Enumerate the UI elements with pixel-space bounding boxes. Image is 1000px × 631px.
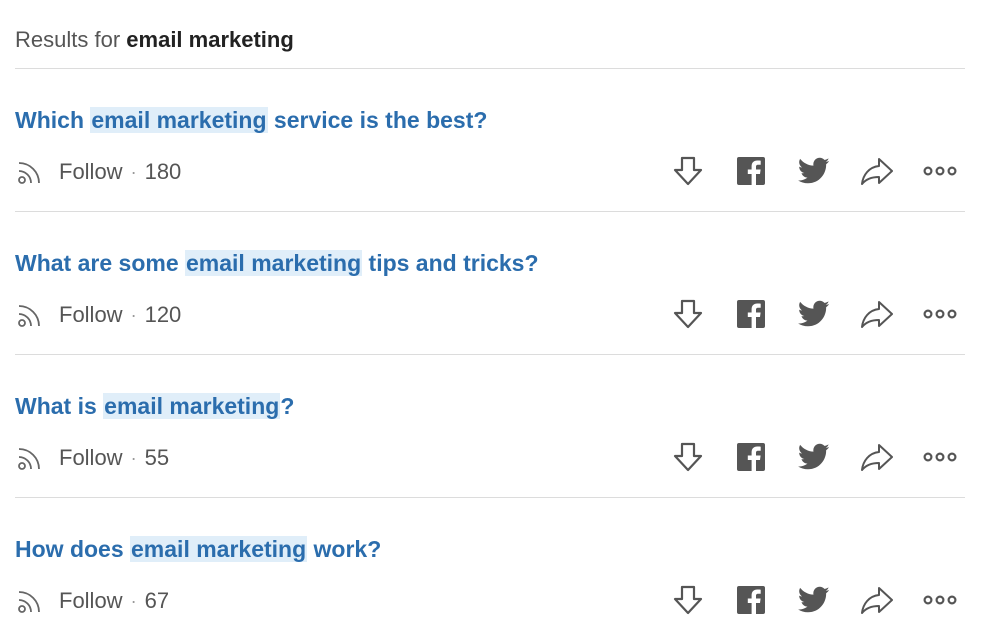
rss-feed-icon	[18, 591, 40, 613]
more-options-button[interactable]	[922, 296, 958, 332]
more-options-icon	[923, 452, 957, 462]
question-text: work?	[307, 536, 382, 562]
facebook-icon	[737, 443, 765, 471]
separator: ·	[130, 447, 137, 468]
share-button[interactable]	[859, 296, 895, 332]
question-text: ?	[280, 393, 295, 419]
twitter-share-button[interactable]	[796, 153, 832, 189]
follow-label: Follow	[59, 445, 123, 470]
follow-button[interactable]: Follow	[15, 586, 123, 616]
share-arrow-icon	[861, 444, 893, 471]
more-options-button[interactable]	[922, 153, 958, 189]
question-text: service is the best?	[267, 107, 488, 133]
facebook-share-button[interactable]	[733, 153, 769, 189]
downvote-arrow-icon	[673, 156, 703, 186]
facebook-share-button[interactable]	[733, 582, 769, 618]
twitter-icon	[798, 300, 830, 327]
results-header-query: email marketing	[126, 27, 294, 52]
results-header: Results for email marketing	[15, 27, 294, 53]
rss-feed-icon	[18, 305, 40, 327]
divider	[15, 354, 965, 355]
separator: ·	[130, 304, 137, 325]
rss-feed-icon	[18, 448, 40, 470]
share-arrow-icon	[861, 301, 893, 328]
share-button[interactable]	[859, 439, 895, 475]
separator: ·	[130, 590, 137, 611]
follower-count: 67	[144, 588, 170, 613]
follower-count: 120	[144, 302, 182, 327]
question-link[interactable]: How does email marketing work?	[15, 536, 381, 563]
question-actions	[670, 582, 958, 618]
more-options-button[interactable]	[922, 439, 958, 475]
follow-button[interactable]: Follow	[15, 300, 123, 330]
downvote-button[interactable]	[670, 582, 706, 618]
question-text: What is	[15, 393, 104, 419]
share-button[interactable]	[859, 153, 895, 189]
more-options-icon	[923, 309, 957, 319]
facebook-icon	[737, 586, 765, 614]
follow-button[interactable]: Follow	[15, 157, 123, 187]
follow-label: Follow	[59, 588, 123, 613]
twitter-share-button[interactable]	[796, 582, 832, 618]
twitter-icon	[798, 157, 830, 184]
query-highlight: email marketing	[103, 393, 281, 419]
share-arrow-icon	[861, 587, 893, 614]
share-button[interactable]	[859, 582, 895, 618]
follower-count: 180	[144, 159, 182, 184]
follow-button[interactable]: Follow	[15, 443, 123, 473]
question-actions	[670, 439, 958, 475]
downvote-arrow-icon	[673, 442, 703, 472]
query-highlight: email marketing	[185, 250, 363, 276]
results-header-prefix: Results for	[15, 27, 121, 52]
question-link[interactable]: What is email marketing?	[15, 393, 294, 420]
twitter-icon	[798, 586, 830, 613]
question-text: tips and tricks?	[362, 250, 539, 276]
question-meta: Follow · 67	[15, 585, 169, 617]
divider	[15, 68, 965, 69]
twitter-icon	[798, 443, 830, 470]
question-actions	[670, 296, 958, 332]
follow-label: Follow	[59, 302, 123, 327]
question-link[interactable]: What are some email marketing tips and t…	[15, 250, 539, 277]
question-text: Which	[15, 107, 91, 133]
follower-count: 55	[144, 445, 170, 470]
follow-label: Follow	[59, 159, 123, 184]
downvote-button[interactable]	[670, 439, 706, 475]
downvote-button[interactable]	[670, 153, 706, 189]
twitter-share-button[interactable]	[796, 439, 832, 475]
question-text: What are some	[15, 250, 185, 276]
rss-feed-icon	[18, 162, 40, 184]
downvote-arrow-icon	[673, 299, 703, 329]
more-options-button[interactable]	[922, 582, 958, 618]
twitter-share-button[interactable]	[796, 296, 832, 332]
facebook-icon	[737, 300, 765, 328]
question-link[interactable]: Which email marketing service is the bes…	[15, 107, 487, 134]
downvote-button[interactable]	[670, 296, 706, 332]
share-arrow-icon	[861, 158, 893, 185]
question-actions	[670, 153, 958, 189]
divider	[15, 211, 965, 212]
divider	[15, 497, 965, 498]
query-highlight: email marketing	[130, 536, 308, 562]
question-meta: Follow · 55	[15, 442, 169, 474]
facebook-share-button[interactable]	[733, 439, 769, 475]
more-options-icon	[923, 166, 957, 176]
facebook-share-button[interactable]	[733, 296, 769, 332]
separator: ·	[130, 161, 137, 182]
query-highlight: email marketing	[90, 107, 268, 133]
question-meta: Follow · 180	[15, 156, 181, 188]
more-options-icon	[923, 595, 957, 605]
facebook-icon	[737, 157, 765, 185]
downvote-arrow-icon	[673, 585, 703, 615]
question-text: How does	[15, 536, 131, 562]
question-meta: Follow · 120	[15, 299, 181, 331]
